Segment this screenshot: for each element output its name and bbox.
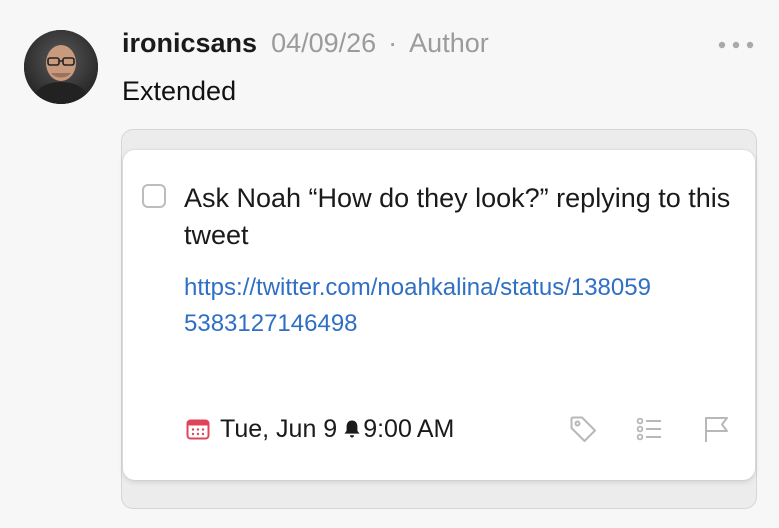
task-title[interactable]: Ask Noah “How do they look?” replying to… — [184, 180, 734, 254]
tags-button[interactable] — [566, 412, 600, 446]
more-options-button[interactable] — [712, 32, 760, 58]
due-time[interactable]: 9:00 AM — [363, 415, 454, 444]
task-footer: Tue, Jun 9 9:00 AM — [186, 412, 454, 446]
checklist-icon — [636, 417, 661, 441]
tag-icon — [570, 416, 596, 442]
task-card[interactable]: Ask Noah “How do they look?” replying to… — [123, 150, 755, 480]
separator: · — [388, 28, 398, 58]
username[interactable]: ironicsans — [122, 28, 257, 59]
comment: ironicsans 04/09/26 · Author Extended As… — [0, 0, 779, 528]
calendar-icon — [186, 417, 210, 441]
task-link[interactable]: https://twitter.com/noahkalina/status/13… — [184, 270, 664, 342]
avatar[interactable] — [24, 30, 98, 104]
comment-text: Extended — [122, 76, 237, 106]
checklist-button[interactable] — [632, 412, 666, 446]
flag-icon — [705, 417, 728, 442]
comment-header: ironicsans 04/09/26 · Author — [122, 28, 489, 64]
more-horizontal-icon — [718, 41, 754, 49]
due-date[interactable]: Tue, Jun 9 — [220, 415, 337, 444]
bell-icon — [343, 419, 361, 439]
task-checkbox[interactable] — [142, 184, 166, 208]
comment-date: 04/09/26 — [271, 28, 377, 58]
author-badge: Author — [409, 28, 489, 58]
flag-button[interactable] — [699, 412, 733, 446]
